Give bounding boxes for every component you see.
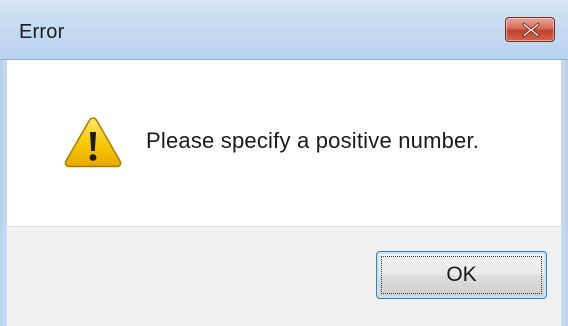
ok-button[interactable]: OK <box>376 251 547 299</box>
warning-icon <box>64 117 122 168</box>
window-frame-right <box>561 60 568 326</box>
close-icon <box>522 22 540 38</box>
ok-button-label: OK <box>446 263 477 286</box>
error-dialog: Error Please specify a positive number. … <box>0 0 568 326</box>
error-message: Please specify a positive number. <box>146 128 480 153</box>
title-bar[interactable]: Error <box>0 0 568 60</box>
dialog-title: Error <box>19 21 65 43</box>
window-frame-left <box>0 60 7 326</box>
close-button[interactable] <box>505 17 555 42</box>
